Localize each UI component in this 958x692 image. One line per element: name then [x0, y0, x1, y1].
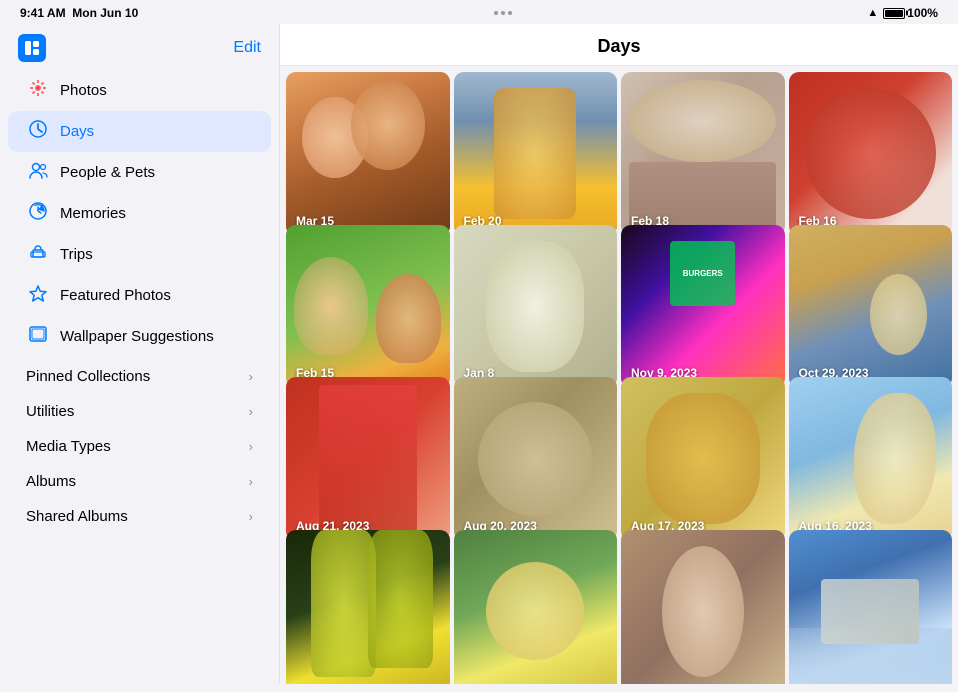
- utilities-chevron: ›: [249, 404, 253, 419]
- dot-2: [501, 11, 505, 15]
- photo-grid: Mar 15 Feb 20 Feb 18 Feb: [280, 66, 958, 684]
- sidebar-item-trips-label: Trips: [60, 246, 93, 263]
- photo-cell-3[interactable]: Feb 18: [621, 72, 785, 236]
- battery-bar: [883, 8, 905, 19]
- sidebar-item-wallpaper[interactable]: Wallpaper Suggestions: [8, 316, 271, 357]
- status-center-dots: [494, 11, 512, 15]
- photo-cell-5[interactable]: Feb 15: [286, 225, 450, 389]
- photo-bg-11: [621, 377, 785, 541]
- sidebar-item-days[interactable]: Days: [8, 111, 271, 152]
- photo-bg-13: [286, 530, 450, 685]
- pinned-chevron: ›: [249, 369, 253, 384]
- sidebar: Edit Photos Days: [0, 24, 280, 684]
- sidebar-item-days-label: Days: [60, 123, 94, 140]
- photo-bg-9: [286, 377, 450, 541]
- albums-label: Albums: [26, 473, 76, 490]
- main-title: Days: [280, 24, 958, 66]
- dot-1: [494, 11, 498, 15]
- photo-cell-13[interactable]: [286, 530, 450, 685]
- media-types-label: Media Types: [26, 438, 111, 455]
- memories-icon: [26, 201, 50, 226]
- photo-bg-12: [789, 377, 953, 541]
- sidebar-item-featured-label: Featured Photos: [60, 287, 171, 304]
- main-content: Days Mar 15 Feb 20: [280, 24, 958, 684]
- featured-icon: [26, 283, 50, 308]
- photo-bg-16: [789, 530, 953, 685]
- days-icon: [26, 119, 50, 144]
- photo-cell-9[interactable]: Aug 21, 2023: [286, 377, 450, 541]
- albums-chevron: ›: [249, 474, 253, 489]
- sidebar-nav-section: Photos Days People & Pets: [0, 70, 279, 357]
- media-types-chevron: ›: [249, 439, 253, 454]
- photo-bg-2: [454, 72, 618, 236]
- sidebar-item-memories-label: Memories: [60, 205, 126, 222]
- trips-icon: [26, 242, 50, 267]
- photo-bg-6: [454, 225, 618, 389]
- battery-indicator: 100%: [883, 6, 938, 20]
- sidebar-item-wallpaper-label: Wallpaper Suggestions: [60, 328, 214, 345]
- sidebar-item-memories[interactable]: Memories: [8, 193, 271, 234]
- wallpaper-icon: [26, 324, 50, 349]
- sidebar-icon[interactable]: [18, 34, 46, 62]
- photo-cell-12[interactable]: Aug 16, 2023: [789, 377, 953, 541]
- photo-cell-8[interactable]: Oct 29, 2023: [789, 225, 953, 389]
- battery-fill: [885, 10, 903, 17]
- photo-bg-1: [286, 72, 450, 236]
- edit-button[interactable]: Edit: [233, 39, 261, 57]
- sidebar-item-photos-label: Photos: [60, 82, 107, 99]
- status-right: ▲ 100%: [867, 6, 938, 20]
- sidebar-item-people-label: People & Pets: [60, 164, 155, 181]
- photo-bg-5: [286, 225, 450, 389]
- sidebar-group-albums[interactable]: Albums ›: [8, 464, 271, 499]
- sidebar-item-photos[interactable]: Photos: [8, 70, 271, 111]
- dot-3: [508, 11, 512, 15]
- photo-cell-14[interactable]: [454, 530, 618, 685]
- sidebar-group-pinned[interactable]: Pinned Collections ›: [8, 359, 271, 394]
- photo-cell-11[interactable]: Aug 17, 2023: [621, 377, 785, 541]
- photo-cell-2[interactable]: Feb 20: [454, 72, 618, 236]
- photo-bg-7: BURGERS: [621, 225, 785, 389]
- sidebar-group-utilities[interactable]: Utilities ›: [8, 394, 271, 429]
- shared-albums-label: Shared Albums: [26, 508, 128, 525]
- photo-bg-4: [789, 72, 953, 236]
- status-time-date: 9:41 AM Mon Jun 10: [20, 6, 138, 20]
- photo-cell-15[interactable]: [621, 530, 785, 685]
- sidebar-item-people-pets[interactable]: People & Pets: [8, 152, 271, 193]
- photo-cell-1[interactable]: Mar 15: [286, 72, 450, 236]
- photo-bg-15: [621, 530, 785, 685]
- photo-bg-8: [789, 225, 953, 389]
- people-icon: [26, 160, 50, 185]
- photo-cell-4[interactable]: Feb 16: [789, 72, 953, 236]
- shared-albums-chevron: ›: [249, 509, 253, 524]
- wifi-icon: ▲: [867, 7, 878, 19]
- utilities-label: Utilities: [26, 403, 74, 420]
- sidebar-item-trips[interactable]: Trips: [8, 234, 271, 275]
- photo-cell-10[interactable]: Aug 20, 2023: [454, 377, 618, 541]
- battery-percent: 100%: [907, 6, 938, 20]
- sidebar-item-featured[interactable]: Featured Photos: [8, 275, 271, 316]
- pinned-label: Pinned Collections: [26, 368, 150, 385]
- sidebar-groups-section: Pinned Collections › Utilities › Media T…: [0, 359, 279, 534]
- photo-bg-10: [454, 377, 618, 541]
- photo-cell-16[interactable]: [789, 530, 953, 685]
- photo-bg-3: [621, 72, 785, 236]
- app-container: Edit Photos Days: [0, 24, 958, 684]
- status-bar: 9:41 AM Mon Jun 10 ▲ 100%: [0, 0, 958, 24]
- photo-bg-14: [454, 530, 618, 685]
- photo-cell-6[interactable]: Jan 8: [454, 225, 618, 389]
- photos-icon: [26, 78, 50, 103]
- sidebar-group-shared-albums[interactable]: Shared Albums ›: [8, 499, 271, 534]
- sidebar-group-media-types[interactable]: Media Types ›: [8, 429, 271, 464]
- sidebar-header: Edit: [0, 24, 279, 70]
- photo-cell-7[interactable]: BURGERS Nov 9, 2023: [621, 225, 785, 389]
